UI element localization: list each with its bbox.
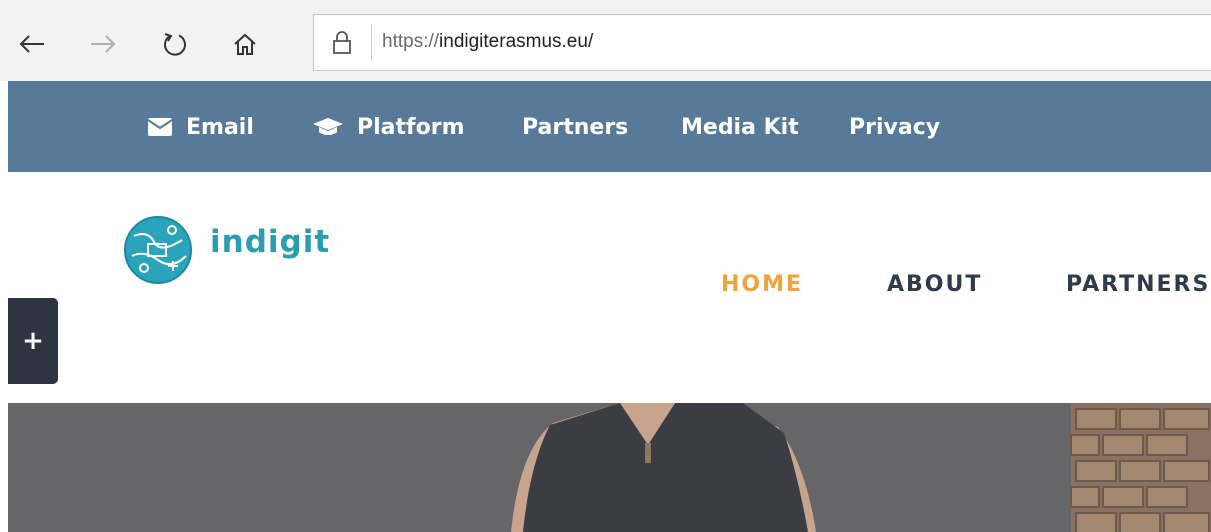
forward-button[interactable] [83, 24, 123, 64]
hero-image [8, 403, 1211, 532]
envelope-icon [148, 118, 172, 136]
home-icon [234, 33, 256, 55]
topbar-media-kit-label: Media Kit [681, 114, 799, 140]
topbar-email-link[interactable]: Email [148, 111, 254, 143]
menu-item-home[interactable]: HOME [721, 272, 803, 297]
topbar-privacy-link[interactable]: Privacy [849, 111, 940, 143]
site-header: indigit HOME ABOUT PARTNERS [8, 172, 1211, 403]
side-panel-toggle-button[interactable]: + [8, 298, 58, 384]
topbar-partners-link[interactable]: Partners [522, 111, 628, 143]
back-arrow-icon [19, 35, 44, 53]
top-bar: Email Platform Partners Media Kit Privac… [8, 81, 1211, 172]
url-scheme: https:// [382, 31, 440, 52]
address-divider [371, 25, 372, 61]
topbar-email-label: Email [186, 114, 254, 140]
topbar-platform-label: Platform [357, 114, 465, 140]
home-button[interactable] [225, 24, 265, 64]
browser-toolbar: https://indigiterasmus.eu/ [0, 0, 1211, 81]
topbar-privacy-label: Privacy [849, 114, 941, 140]
refresh-icon [164, 33, 186, 56]
back-button[interactable] [12, 24, 52, 64]
lock-icon [333, 31, 351, 54]
address-bar[interactable]: https://indigiterasmus.eu/ [313, 14, 1211, 71]
forward-arrow-icon [91, 35, 116, 53]
indigit-globe-logo-icon[interactable] [124, 216, 192, 284]
topbar-platform-link[interactable]: Platform [313, 111, 465, 143]
plus-icon: + [22, 326, 44, 356]
topbar-media-kit-link[interactable]: Media Kit [681, 111, 799, 143]
url-host: indigiterasmus.eu/ [439, 31, 594, 52]
topbar-partners-label: Partners [522, 114, 629, 140]
hero-photo [8, 403, 1211, 532]
refresh-button[interactable] [155, 24, 195, 64]
menu-item-partners[interactable]: PARTNERS [1066, 272, 1210, 297]
menu-item-about[interactable]: ABOUT [887, 272, 982, 297]
url-text[interactable]: https://indigiterasmus.eu/ [382, 31, 593, 53]
brand-name[interactable]: indigit [210, 224, 330, 260]
graduation-cap-icon [313, 118, 343, 135]
